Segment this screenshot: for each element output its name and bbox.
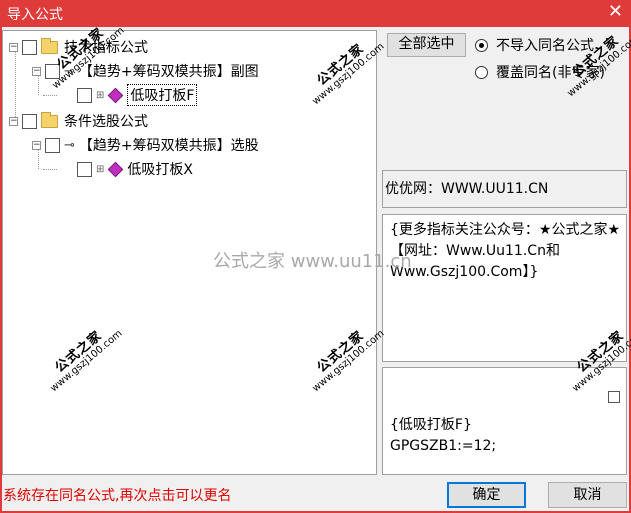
tree-checkbox[interactable]: [45, 137, 60, 153]
tree-node-label: 条件选股公式: [64, 114, 148, 130]
formula-line: GPGSZB1:=12;: [390, 438, 497, 454]
collapse-toggle-icon[interactable]: −: [32, 66, 41, 76]
preview-checkbox[interactable]: [608, 391, 620, 403]
grid-icon: ⊞: [96, 163, 105, 175]
tree-node-label: 【趋势+筹码双模共振】副图: [78, 64, 259, 80]
select-all-button[interactable]: 全部选中: [387, 33, 466, 57]
gem-icon: [108, 87, 124, 103]
folder-icon: [41, 37, 58, 54]
tree-node-stock-screen[interactable]: − ⊸ 【趋势+筹码双模共振】选股: [32, 134, 259, 156]
tree-checkbox[interactable]: [77, 161, 92, 177]
folder-icon: [41, 111, 58, 128]
formula-line: {低吸打板F}: [390, 417, 472, 433]
radio-no-import[interactable]: 不导入同名公式: [475, 35, 594, 55]
ok-button[interactable]: 确定: [447, 482, 526, 508]
radio-indicator[interactable]: [475, 65, 488, 79]
key-icon: ⊸: [64, 137, 75, 153]
collapse-toggle-icon[interactable]: −: [32, 140, 41, 150]
tree-node-screening-formulas[interactable]: − 条件选股公式: [9, 110, 148, 132]
cancel-button[interactable]: 取消: [548, 482, 627, 508]
tree-connector: [43, 169, 57, 170]
tree-node-label: 低吸打板X: [127, 162, 193, 178]
tree-node-label: 【趋势+筹码双模共振】选股: [78, 138, 259, 154]
site-text: 优优网：WWW.UU11.CN: [385, 181, 549, 197]
radio-indicator[interactable]: [475, 38, 488, 52]
collapse-toggle-icon[interactable]: −: [9, 116, 18, 126]
formula-preview: {低吸打板F} GPGSZB1:=12;: [390, 415, 496, 457]
tree-node-label: 低吸打板F: [127, 84, 198, 106]
window-title: 导入公式: [7, 7, 63, 23]
collapse-toggle-icon[interactable]: −: [9, 42, 18, 52]
gem-icon: [108, 161, 124, 177]
tree-checkbox[interactable]: [22, 113, 37, 129]
close-icon[interactable]: ✕: [608, 2, 623, 22]
tree-node-formula-f[interactable]: ⊞ 低吸打板F: [77, 84, 198, 106]
title-bar: 导入公式 ✕: [0, 0, 631, 27]
tree-checkbox[interactable]: [77, 87, 92, 103]
status-message: 系统存在同名公式,再次点击可以更名: [3, 488, 232, 504]
radio-label: 不导入同名公式: [496, 38, 594, 54]
center-watermark: 公式之家 www.uu11.cn: [213, 251, 412, 272]
tree-connector: [43, 95, 57, 96]
description-text: {更多指标关注公众号：★公式之家★【网址：Www.Uu11.Cn和Www.Gsz…: [390, 222, 621, 280]
tree-node-formula-x[interactable]: ⊞ 低吸打板X: [77, 158, 193, 180]
grid-icon: ⊞: [96, 89, 105, 101]
tree-checkbox[interactable]: [22, 39, 37, 55]
